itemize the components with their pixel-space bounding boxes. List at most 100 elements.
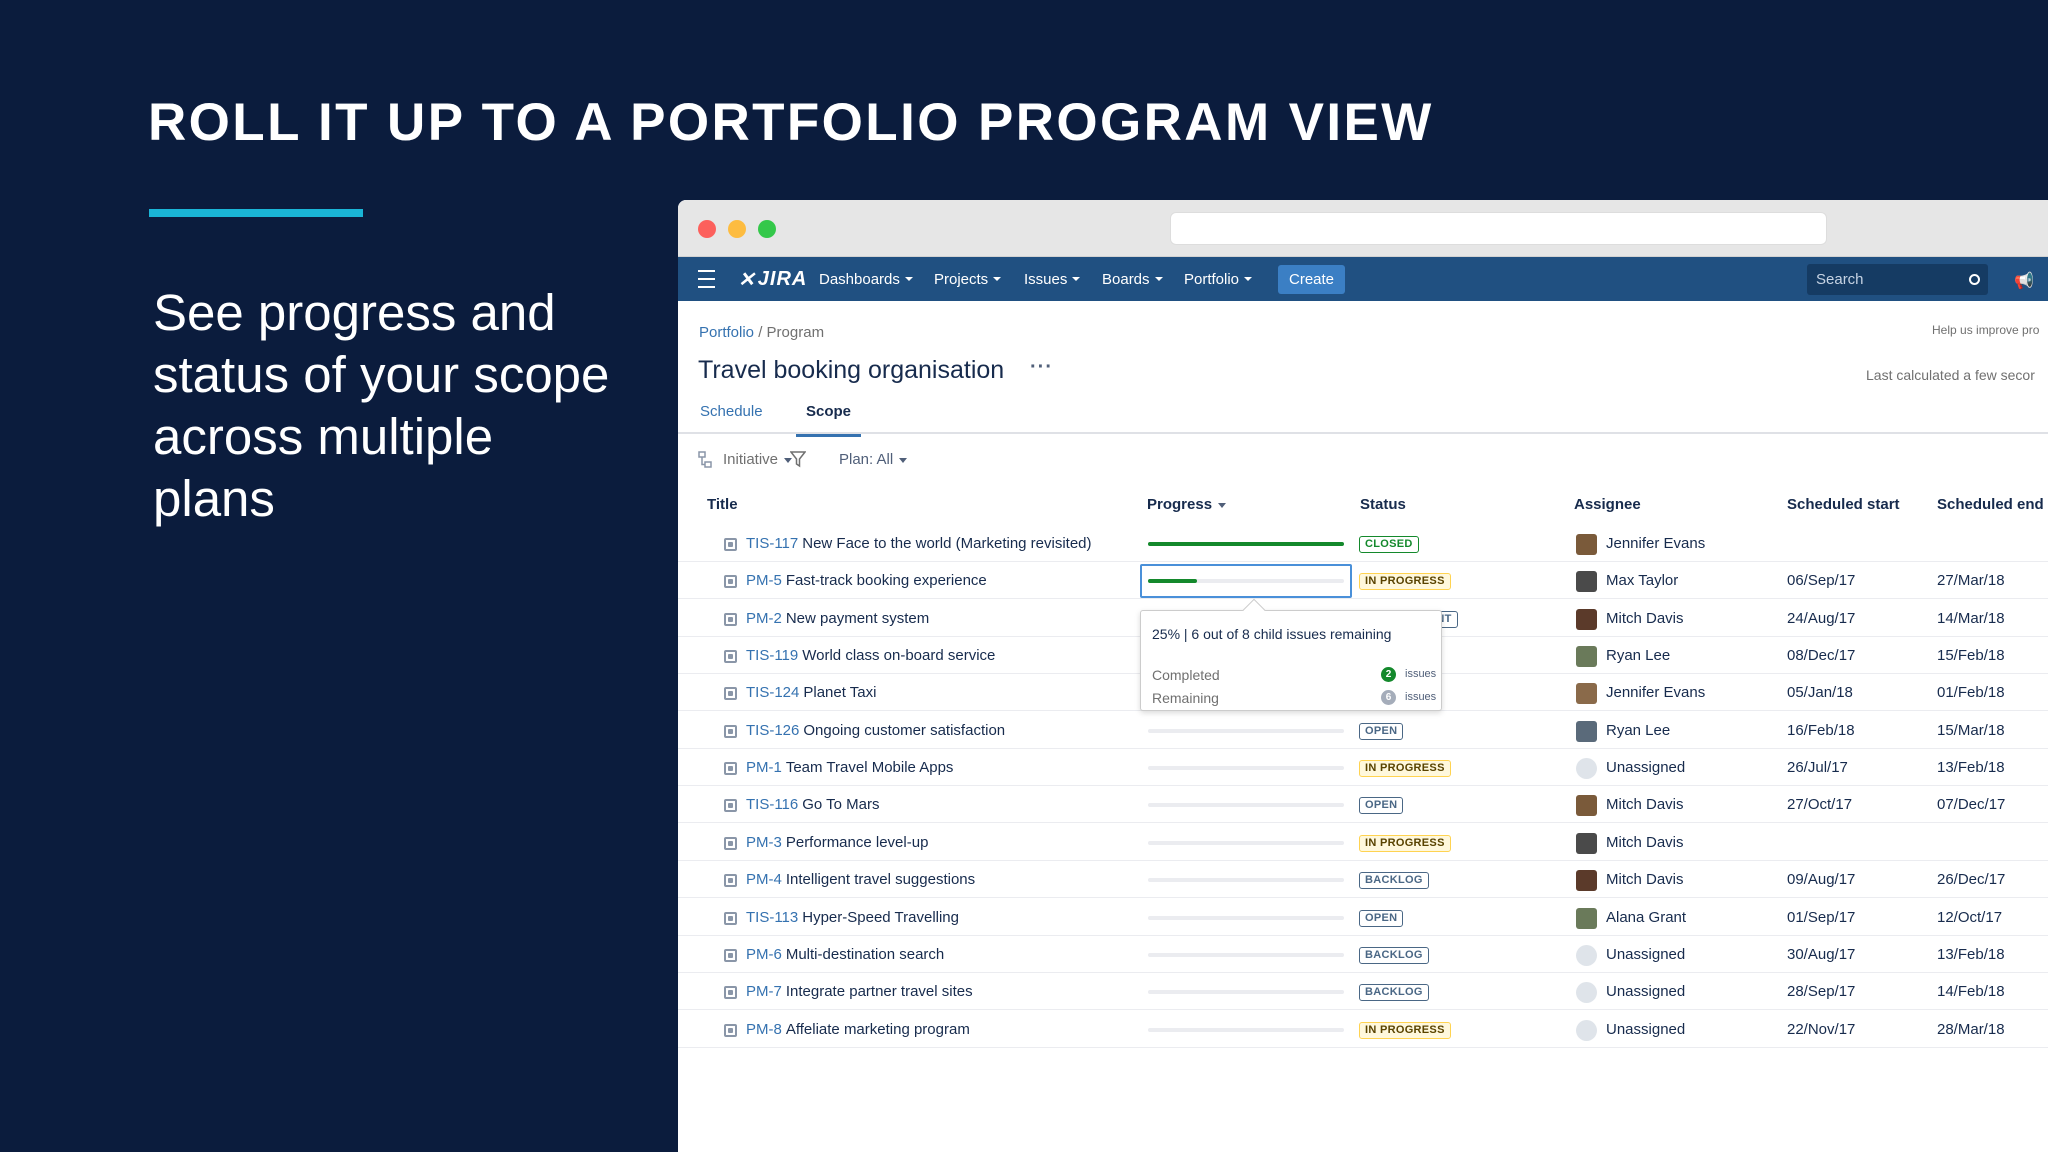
issue-type-icon xyxy=(724,874,737,888)
progress-bar[interactable] xyxy=(1148,803,1344,808)
tab-scope[interactable]: Scope xyxy=(796,403,862,437)
table-row[interactable]: PM-3 Performance level-up IN PROGRESS Mitch… xyxy=(678,824,2048,861)
plan-dropdown[interactable]: Plan: All xyxy=(839,451,908,468)
table-row[interactable]: TIS-116 Go To Mars OPEN Mitch Davis 27/Oct/1… xyxy=(678,786,2048,824)
scheduled-start: 24/Aug/17 xyxy=(1787,609,1856,627)
address-bar[interactable] xyxy=(1170,212,1827,245)
filter-icon[interactable] xyxy=(789,450,807,472)
issue-key-link[interactable]: TIS-124 xyxy=(746,684,799,701)
initiative-dropdown[interactable]: Initiative xyxy=(723,451,793,468)
nav-dashboards[interactable]: Dashboards xyxy=(819,257,913,301)
issue-key-link[interactable]: PM-5 xyxy=(746,572,782,589)
window-titlebar xyxy=(678,200,2048,257)
progress-bar[interactable] xyxy=(1148,990,1344,995)
scheduled-start: 08/Dec/17 xyxy=(1787,647,1856,665)
issue-key-link[interactable]: PM-8 xyxy=(746,1021,782,1038)
search-input[interactable]: Search xyxy=(1807,264,1988,295)
row-title: TIS-126 Ongoing customer satisfaction xyxy=(746,712,1005,749)
chevron-down-icon xyxy=(1154,277,1163,281)
tooltip-remaining-row: Remaining 6 issues xyxy=(1152,690,1436,706)
breadcrumb-portfolio-link[interactable]: Portfolio xyxy=(699,324,754,341)
nav-portfolio[interactable]: Portfolio xyxy=(1184,257,1253,301)
col-scheduled-start[interactable]: Scheduled start xyxy=(1787,496,1900,513)
col-title[interactable]: Title xyxy=(707,496,738,513)
table-row[interactable]: PM-6 Multi-destination search BACKLOG Unass… xyxy=(678,936,2048,973)
avatar xyxy=(1576,944,1597,966)
issue-summary: Hyper-Speed Travelling xyxy=(802,908,959,926)
issue-key-link[interactable]: PM-6 xyxy=(746,946,782,963)
table-row[interactable]: TIS-113 Hyper-Speed Travelling OPEN Alana G… xyxy=(678,899,2048,936)
issue-key-link[interactable]: TIS-116 xyxy=(746,796,798,813)
scheduled-end: 12/Oct/17 xyxy=(1937,908,2003,926)
minimize-window-button[interactable] xyxy=(728,220,746,238)
maximize-window-button[interactable] xyxy=(758,220,776,238)
issue-key-link[interactable]: PM-3 xyxy=(746,834,782,851)
table-row[interactable]: TIS-117 New Face to the world (Marketing … xyxy=(678,525,2048,562)
issue-key-link[interactable]: TIS-126 xyxy=(746,722,799,739)
col-assignee[interactable]: Assignee xyxy=(1574,496,1641,513)
issue-summary: Ongoing customer satisfaction xyxy=(803,721,1006,739)
progress-fill xyxy=(1148,542,1344,546)
col-status[interactable]: Status xyxy=(1360,496,1406,513)
progress-bar[interactable] xyxy=(1148,915,1344,920)
help-improve-link[interactable]: Help us improve pro xyxy=(1932,323,2039,337)
issue-summary: Affeliate marketing program xyxy=(785,1020,970,1038)
menu-icon[interactable] xyxy=(698,257,715,301)
issue-type-icon xyxy=(724,724,737,738)
issue-key-link[interactable]: TIS-113 xyxy=(746,909,798,926)
col-progress[interactable]: Progress xyxy=(1147,496,1227,513)
scheduled-start: 05/Jan/18 xyxy=(1787,684,1853,702)
search-placeholder: Search xyxy=(1816,271,1864,288)
tab-schedule[interactable]: Schedule xyxy=(700,403,763,434)
table-row[interactable]: PM-8 Affeliate marketing program IN PROGRE… xyxy=(678,1011,2048,1048)
table-row[interactable]: PM-7 Integrate partner travel sites BACKLO… xyxy=(678,973,2048,1011)
progress-bar[interactable] xyxy=(1148,840,1344,845)
progress-bar[interactable] xyxy=(1148,1027,1344,1032)
issue-key-link[interactable]: PM-7 xyxy=(746,983,782,1000)
more-options-icon[interactable]: ··· xyxy=(1030,356,1053,379)
issue-key-link[interactable]: TIS-119 xyxy=(746,647,798,664)
issue-summary: World class on-board service xyxy=(802,647,996,665)
row-title: TIS-113 Hyper-Speed Travelling xyxy=(746,899,959,936)
scheduled-end: 14/Mar/18 xyxy=(1937,609,2005,627)
progress-bar[interactable] xyxy=(1148,878,1344,883)
scheduled-end: 13/Feb/18 xyxy=(1937,945,2005,963)
issue-key-link[interactable]: TIS-117 xyxy=(746,535,798,552)
close-window-button[interactable] xyxy=(698,220,716,238)
table-row[interactable]: TIS-126 Ongoing customer satisfaction OPEN… xyxy=(678,712,2048,749)
issue-key-link[interactable]: PM-2 xyxy=(746,610,782,627)
col-scheduled-end[interactable]: Scheduled end xyxy=(1937,496,2044,513)
scheduled-start: 09/Aug/17 xyxy=(1787,871,1856,889)
issue-key-link[interactable]: PM-4 xyxy=(746,871,782,888)
status-badge: OPEN xyxy=(1359,797,1404,815)
table-row[interactable]: PM-5 Fast-track booking experience IN PROG… xyxy=(678,562,2048,600)
jira-logo[interactable]: ✕ JIRA xyxy=(738,257,807,301)
last-calculated-text: Last calculated a few secor xyxy=(1866,367,2035,383)
table-row[interactable]: PM-1 Team Travel Mobile Apps IN PROGRESS Un… xyxy=(678,749,2048,787)
nav-boards[interactable]: Boards xyxy=(1102,257,1163,301)
row-title: PM-6 Multi-destination search xyxy=(746,936,944,973)
completed-label: Completed xyxy=(1152,667,1220,683)
scheduled-end: 27/Mar/18 xyxy=(1937,572,2005,590)
megaphone-icon[interactable]: 📢 xyxy=(2014,271,2034,291)
row-title: PM-7 Integrate partner travel sites xyxy=(746,973,973,1010)
status-badge: CLOSED xyxy=(1359,536,1419,553)
nav-projects[interactable]: Projects xyxy=(934,257,1002,301)
assignee-name: Mitch Davis xyxy=(1606,871,1684,889)
progress-bar[interactable] xyxy=(1148,766,1344,771)
sort-chevron-icon xyxy=(1218,502,1227,508)
breadcrumb-current: Program xyxy=(766,324,825,341)
nav-issues[interactable]: Issues xyxy=(1024,257,1081,301)
progress-bar[interactable] xyxy=(1148,728,1344,733)
slide-title: ROLL IT UP TO A PORTFOLIO PROGRAM VIEW xyxy=(148,93,1434,152)
progress-bar[interactable] xyxy=(1148,542,1344,546)
assignee-name: Ryan Lee xyxy=(1606,647,1671,665)
create-button[interactable]: Create xyxy=(1278,265,1346,294)
table-row[interactable]: PM-4 Intelligent travel suggestions BACKLO… xyxy=(678,861,2048,899)
issue-key-link[interactable]: PM-1 xyxy=(746,759,782,776)
issue-type-icon xyxy=(724,836,737,850)
plan-label: Plan: All xyxy=(839,451,894,468)
progress-bar[interactable] xyxy=(1148,952,1344,957)
scheduled-end: 14/Feb/18 xyxy=(1937,983,2005,1001)
avatar xyxy=(1576,534,1597,555)
